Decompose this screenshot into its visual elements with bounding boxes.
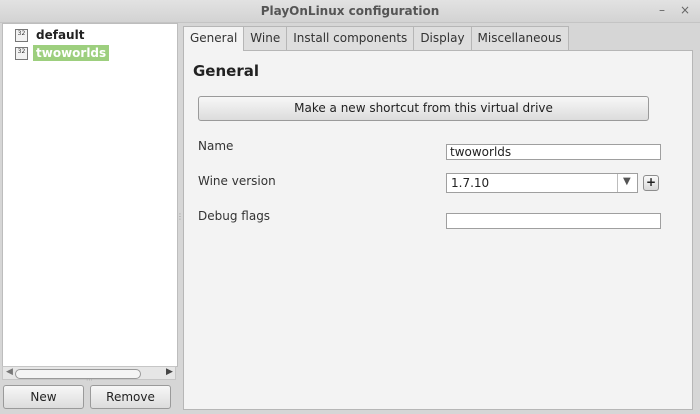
debug-flags-label: Debug flags [198,209,271,223]
tab-install-components[interactable]: Install components [286,26,415,50]
scrollbar-thumb[interactable] [15,369,141,379]
remove-button[interactable]: Remove [90,385,171,409]
drive-item-label: twoworlds [33,45,110,61]
title-bar: PlayOnLinux configuration – × [0,0,700,23]
tab-miscellaneous[interactable]: Miscellaneous [470,26,569,50]
32-bit-drive-icon: 32 [15,46,28,60]
scroll-left-icon[interactable]: ◀ [6,367,13,377]
page-title: General [193,62,259,80]
minimize-icon[interactable]: – [659,3,665,17]
general-panel: General Make a new shortcut from this vi… [183,50,693,410]
drive-item-twoworlds[interactable]: 32 twoworlds [15,44,110,62]
tab-wine[interactable]: Wine [243,26,288,50]
scroll-right-icon[interactable]: ▶ [166,367,173,377]
dropdown-arrow-icon[interactable]: ▼ [623,176,631,187]
drive-item-default[interactable]: 32 default [15,26,87,44]
tab-display[interactable]: Display [413,26,472,50]
new-button[interactable]: New [3,385,84,409]
drive-item-label: default [36,28,85,42]
tab-bar: General Wine Install components Display … [183,26,569,51]
name-field[interactable] [446,144,661,160]
wine-version-label: Wine version [198,174,276,188]
virtual-drive-list: 32 default 32 twoworlds [2,23,178,367]
window-title: PlayOnLinux configuration [260,4,440,18]
debug-flags-field[interactable] [446,213,661,229]
close-icon[interactable]: × [680,3,690,17]
32-bit-drive-icon: 32 [15,28,28,42]
wine-version-select[interactable]: 1.7.10 ▼ [446,173,638,193]
make-shortcut-button[interactable]: Make a new shortcut from this virtual dr… [198,96,649,121]
add-wine-version-icon[interactable]: + [643,175,659,191]
wine-version-value: 1.7.10 [451,176,490,190]
name-label: Name [198,139,234,153]
select-divider [617,174,618,192]
pane-grip-icon[interactable]: ⋯ [86,376,93,384]
tab-general[interactable]: General [183,26,245,51]
